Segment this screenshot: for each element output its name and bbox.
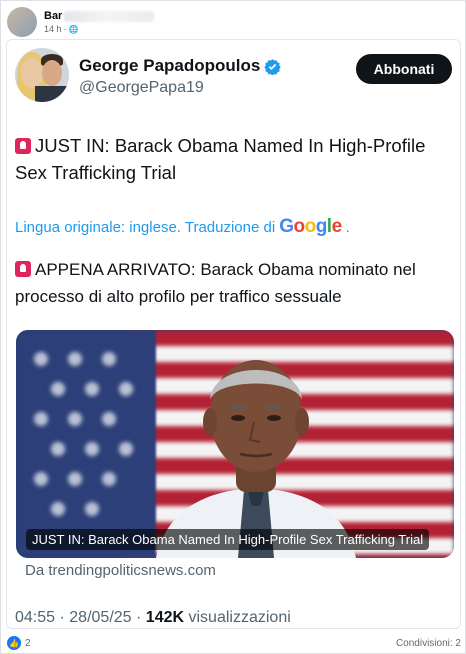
poster-name-text[interactable]: Bar: [44, 10, 62, 22]
post-header: Bar 14 h · 🌐: [7, 5, 155, 39]
verified-badge-icon: [264, 58, 282, 75]
translation-prefix: Lingua originale: inglese. Traduzione di: [15, 219, 276, 236]
link-source: Da trendingpoliticsnews.com: [25, 562, 216, 579]
tweet-time: 04:55: [15, 609, 56, 626]
poster-avatar[interactable]: [7, 7, 37, 37]
facebook-post-card: Bar 14 h · 🌐 George Papadopoulos @George…: [0, 0, 466, 654]
siren-emoji-icon: [15, 138, 31, 154]
google-logo: Google: [279, 216, 342, 237]
translation-notice: Lingua originale: inglese. Traduzione di…: [15, 216, 350, 238]
subscribe-button: Abbonati: [356, 54, 452, 84]
post-timestamp[interactable]: 14 h · 🌐: [44, 24, 154, 34]
shares-count[interactable]: Condivisioni: 2: [396, 638, 461, 649]
like-reaction-icon: 👍: [7, 636, 21, 650]
post-time-text[interactable]: 14 h: [44, 24, 62, 34]
siren-emoji-icon-2: [15, 261, 31, 277]
tweet-author-name: George Papadopoulos: [79, 56, 282, 76]
media-caption: JUST IN: Barack Obama Named In High-Prof…: [26, 529, 430, 550]
poster-meta: Bar 14 h · 🌐: [44, 10, 155, 34]
tweet-date: 28/05/25: [69, 609, 132, 626]
globe-icon: 🌐: [68, 24, 79, 34]
tweet-text-original: JUST IN: Barack Obama Named In High-Prof…: [15, 132, 435, 186]
poster-name[interactable]: Bar: [44, 10, 155, 22]
tweet-text-translated-body: APPENA ARRIVATO: Barack Obama nominato n…: [15, 260, 416, 306]
tweet-header: George Papadopoulos @GeorgePapa19 Abbona…: [15, 48, 452, 108]
redacted-name-blur: [64, 10, 155, 22]
post-footer: 👍 2 Condivisioni: 2: [1, 633, 466, 653]
tweet-text-original-body: JUST IN: Barack Obama Named In High-Prof…: [15, 135, 426, 183]
tweet-author-handle: @GeorgePapa19: [79, 79, 204, 96]
portrait-photo: [156, 360, 356, 558]
tweet-media-image: JUST IN: Barack Obama Named In High-Prof…: [16, 330, 454, 558]
tweet-author-name-text: George Papadopoulos: [79, 56, 261, 75]
translation-suffix: .: [345, 219, 350, 236]
embedded-tweet-screenshot: George Papadopoulos @GeorgePapa19 Abbona…: [6, 39, 461, 629]
reactions-summary[interactable]: 👍 2: [7, 636, 31, 650]
tweet-text-translated: APPENA ARRIVATO: Barack Obama nominato n…: [15, 256, 445, 310]
views-label: visualizzazioni: [188, 609, 291, 626]
tweet-timestamp-views: 04:55 · 28/05/25 · 142K visualizzazioni: [15, 609, 291, 626]
reactions-count[interactable]: 2: [25, 638, 31, 649]
views-count: 142K: [145, 609, 185, 626]
tweet-author-avatar: [15, 48, 69, 102]
